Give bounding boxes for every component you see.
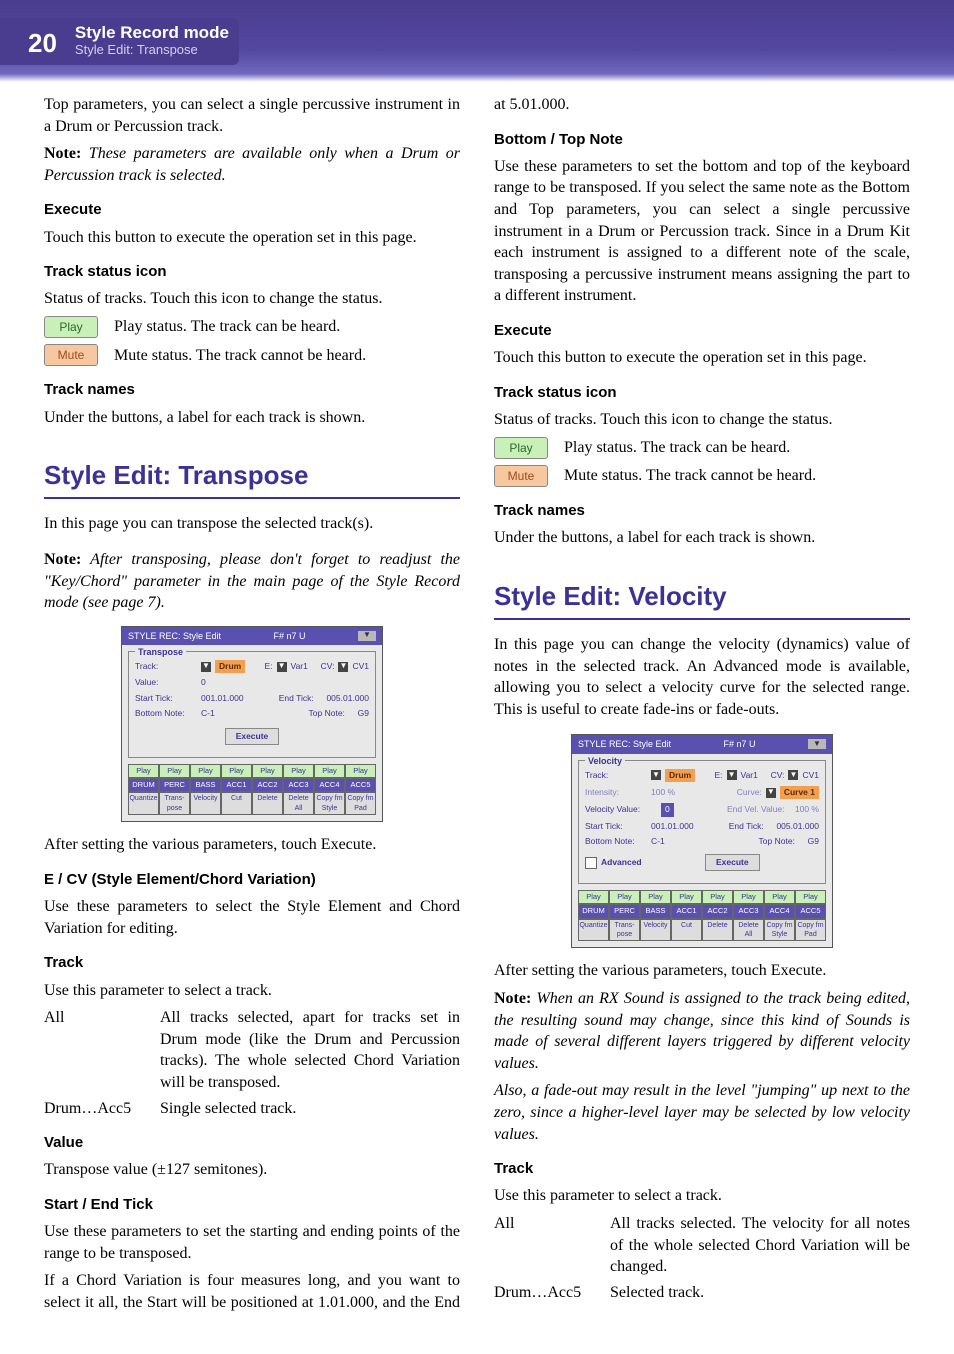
definition-list: AllAll tracks selected. The velocity for… bbox=[494, 1213, 910, 1303]
body-text: Transpose value (±127 semitones). bbox=[44, 1159, 460, 1181]
fig-track-name-row: DRUMPERCBASSACC1ACC2ACC3ACC4ACC5 bbox=[128, 778, 376, 792]
body-text: In this page you can change the velocity… bbox=[494, 634, 910, 720]
header-title: Style Record mode bbox=[75, 24, 229, 43]
page-number: 20 bbox=[0, 18, 67, 65]
screenshot-transpose: STYLE REC: Style EditF# n7 U▼ Transpose … bbox=[44, 626, 460, 823]
status-play-row: Play Play status. The track can be heard… bbox=[44, 316, 460, 338]
definition-list: AllAll tracks selected, apart for tracks… bbox=[44, 1007, 460, 1119]
note-text: Note: These parameters are available onl… bbox=[44, 143, 460, 186]
heading-ecv: E / CV (Style Element/Chord Variation) bbox=[44, 870, 460, 890]
heading-execute: Execute bbox=[44, 200, 460, 220]
body-text: Touch this button to execute the operati… bbox=[44, 227, 460, 249]
note-text: Note: After transposing, please don't fo… bbox=[44, 549, 460, 614]
heading-execute: Execute bbox=[494, 321, 910, 341]
mute-desc: Mute status. The track cannot be heard. bbox=[114, 345, 366, 367]
note-text: Note: When an RX Sound is assigned to th… bbox=[494, 988, 910, 1074]
heading-track-names: Track names bbox=[44, 380, 460, 400]
play-desc: Play status. The track can be heard. bbox=[564, 437, 790, 459]
play-badge: Play bbox=[44, 316, 98, 338]
heading-track: Track bbox=[44, 953, 460, 973]
menu-arrow-icon: ▼ bbox=[808, 739, 826, 749]
body-text: Use these parameters to set the bottom a… bbox=[494, 156, 910, 307]
header-subtitle: Style Edit: Transpose bbox=[75, 43, 229, 57]
play-desc: Play status. The track can be heard. bbox=[114, 316, 340, 338]
body-text: Under the buttons, a label for each trac… bbox=[494, 527, 910, 549]
body-text: After setting the various parameters, to… bbox=[44, 834, 460, 856]
status-mute-row: Mute Mute status. The track cannot be he… bbox=[44, 344, 460, 366]
menu-arrow-icon: ▼ bbox=[358, 631, 376, 641]
fig-track-play-row: PlayPlayPlayPlayPlayPlayPlayPlay bbox=[128, 764, 376, 778]
heading-track-status: Track status icon bbox=[494, 383, 910, 403]
mute-desc: Mute status. The track cannot be heard. bbox=[564, 465, 816, 487]
note-text: Also, a fade-out may result in the level… bbox=[494, 1080, 910, 1145]
heading-track-names: Track names bbox=[494, 501, 910, 521]
fig-track-play-row-2: PlayPlayPlayPlayPlayPlayPlayPlay bbox=[578, 890, 826, 904]
body-text: Top parameters, you can select a single … bbox=[44, 94, 460, 137]
page-header: 20 Style Record mode Style Edit: Transpo… bbox=[0, 0, 954, 82]
heading-track: Track bbox=[494, 1159, 910, 1179]
body-text: Touch this button to execute the operati… bbox=[494, 347, 910, 369]
heading-bottom-top: Bottom / Top Note bbox=[494, 130, 910, 150]
body-text: In this page you can transpose the selec… bbox=[44, 513, 460, 535]
body-text: Use this parameter to select a track. bbox=[44, 980, 460, 1002]
body-text: Use this parameter to select a track. bbox=[494, 1185, 910, 1207]
heading-start-end: Start / End Tick bbox=[44, 1195, 460, 1215]
fig-track-footer-row-2: QuantizeTrans-poseVelocityCutDeleteDelet… bbox=[578, 919, 826, 942]
fig-track-footer-row: QuantizeTrans-poseVelocityCutDeleteDelet… bbox=[128, 792, 376, 815]
heading-track-status: Track status icon bbox=[44, 262, 460, 282]
body-text: Status of tracks. Touch this icon to cha… bbox=[44, 288, 460, 310]
play-badge: Play bbox=[494, 437, 548, 459]
status-mute-row: Mute Mute status. The track cannot be he… bbox=[494, 465, 910, 487]
section-transpose: Style Edit: Transpose bbox=[44, 458, 460, 499]
heading-value: Value bbox=[44, 1133, 460, 1153]
body-text: Under the buttons, a label for each trac… bbox=[44, 407, 460, 429]
body-text: Use these parameters to set the starting… bbox=[44, 1221, 460, 1264]
status-play-row: Play Play status. The track can be heard… bbox=[494, 437, 910, 459]
fig-track-name-row-2: DRUMPERCBASSACC1ACC2ACC3ACC4ACC5 bbox=[578, 904, 826, 918]
body-text: Use these parameters to select the Style… bbox=[44, 896, 460, 939]
mute-badge: Mute bbox=[44, 344, 98, 366]
screenshot-velocity: STYLE REC: Style EditF# n7 U▼ Velocity T… bbox=[494, 734, 910, 948]
mute-badge: Mute bbox=[494, 465, 548, 487]
body-text: Status of tracks. Touch this icon to cha… bbox=[494, 409, 910, 431]
body-text: After setting the various parameters, to… bbox=[494, 960, 910, 982]
section-velocity: Style Edit: Velocity bbox=[494, 579, 910, 620]
